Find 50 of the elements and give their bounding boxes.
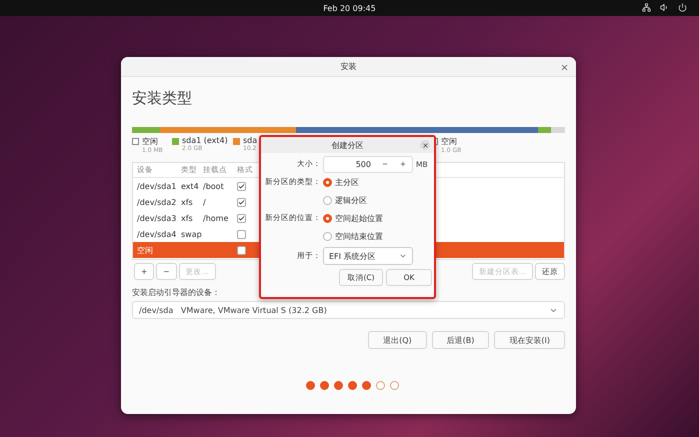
table-cell[interactable]: 空闲 [137, 244, 181, 256]
action-button[interactable]: 后退(B) [432, 331, 490, 349]
action-button[interactable]: 现在安装(I) [494, 331, 565, 349]
action-button[interactable]: 退出(Q) [368, 331, 427, 349]
radio-button[interactable] [323, 232, 332, 240]
bootloader-dropdown[interactable]: /dev/sda VMware, VMware Virtual S (32.2 GB) [132, 301, 565, 319]
legend-swatch [132, 138, 139, 145]
table-cell[interactable]: /dev/sda3 [137, 214, 181, 222]
use-dropdown[interactable]: EFI 系统分区 [323, 247, 413, 265]
radio-label: 空间起始位置 [335, 212, 383, 224]
page-heading: 安装类型 [132, 89, 193, 109]
radio-button[interactable] [323, 214, 332, 222]
radio-button[interactable] [323, 196, 332, 204]
table-cell-text: xfs [181, 198, 194, 206]
dialog-title: 创建分区 [332, 140, 364, 150]
legend-name: 空闲 [441, 136, 458, 147]
table-cell-text: /home [203, 214, 230, 222]
table-cell[interactable]: /dev/sda2 [137, 198, 181, 206]
close-icon [560, 62, 568, 72]
format-checkbox[interactable] [237, 198, 246, 206]
format-checkbox[interactable] [237, 182, 246, 190]
table-cell-text: / [203, 198, 207, 206]
bootloader-label: 安装启动引导器的设备： [132, 287, 221, 298]
close-icon [422, 142, 428, 148]
window-title: 安装 [340, 61, 356, 72]
power-icon[interactable] [678, 3, 687, 12]
legend-name: sda [243, 136, 258, 145]
decrement-button[interactable]: − [376, 156, 394, 172]
table-cell[interactable]: /dev/sda4 [137, 230, 181, 238]
table-cell-text: /boot [203, 182, 225, 190]
network-icon[interactable] [642, 3, 651, 12]
format-checkbox[interactable] [237, 230, 246, 238]
legend-name: sda1 (ext4) [182, 136, 228, 145]
table-cell-text: ext4 [181, 182, 200, 190]
format-checkbox[interactable] [237, 214, 246, 222]
radio-label: 主分区 [335, 176, 359, 188]
table-cell: swap [181, 230, 203, 238]
radio-label: 空间结束位置 [335, 230, 383, 242]
volume-icon[interactable] [660, 3, 669, 12]
size-spinbox[interactable]: 500 − + [323, 156, 413, 172]
increment-button[interactable]: + [394, 156, 412, 172]
clock[interactable]: Feb 20 09:45 [323, 4, 376, 12]
close-button[interactable] [420, 140, 430, 150]
chevron-down-icon [399, 252, 407, 260]
legend-name: 空闲 [142, 136, 159, 147]
table-cell[interactable]: /dev/sda1 [137, 182, 181, 190]
radio-button[interactable] [323, 178, 332, 186]
table-cell-text: xfs [181, 214, 194, 222]
format-checkbox[interactable] [237, 246, 246, 254]
radio-label: 逻辑分区 [335, 194, 367, 206]
